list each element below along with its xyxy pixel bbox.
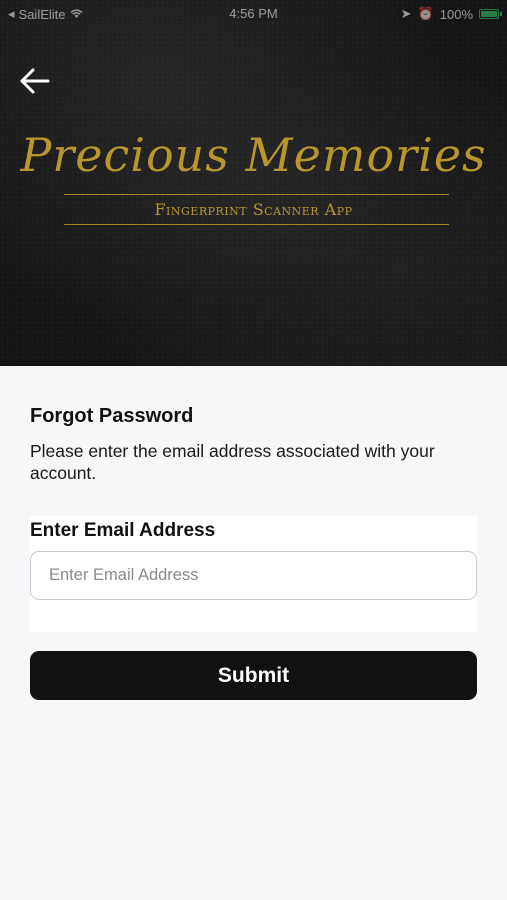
email-input[interactable]: [30, 551, 477, 600]
submit-button[interactable]: Submit: [30, 651, 477, 700]
arrow-left-icon: [18, 68, 52, 100]
instructions-text: Please enter the email address associate…: [30, 441, 435, 483]
app-logo: Precious Memories Fingerprint Scanner Ap…: [0, 118, 507, 238]
email-label: Enter Email Address: [30, 520, 216, 541]
header-banner: ◂ SailElite 4:56 PM ➤ ⏰ 100% Precious Me…: [0, 0, 507, 366]
battery-icon: [479, 9, 502, 19]
logo-divider-top: [64, 194, 449, 195]
logo-divider-bottom: [64, 224, 449, 225]
logo-title: Precious Memories: [20, 128, 487, 182]
page-title: Forgot Password: [30, 405, 194, 427]
back-button[interactable]: [18, 66, 52, 96]
status-right: ➤ ⏰ 100%: [400, 6, 502, 22]
logo-subtitle: Fingerprint Scanner App: [154, 200, 353, 219]
email-field-group: Enter Email Address: [30, 516, 477, 632]
forgot-password-form: Forgot Password Please enter the email a…: [0, 366, 507, 900]
status-bar: ◂ SailElite 4:56 PM ➤ ⏰ 100%: [0, 0, 507, 28]
battery-percent: 100%: [439, 6, 473, 22]
location-icon: ➤: [400, 6, 412, 21]
alarm-icon: ⏰: [417, 6, 434, 21]
